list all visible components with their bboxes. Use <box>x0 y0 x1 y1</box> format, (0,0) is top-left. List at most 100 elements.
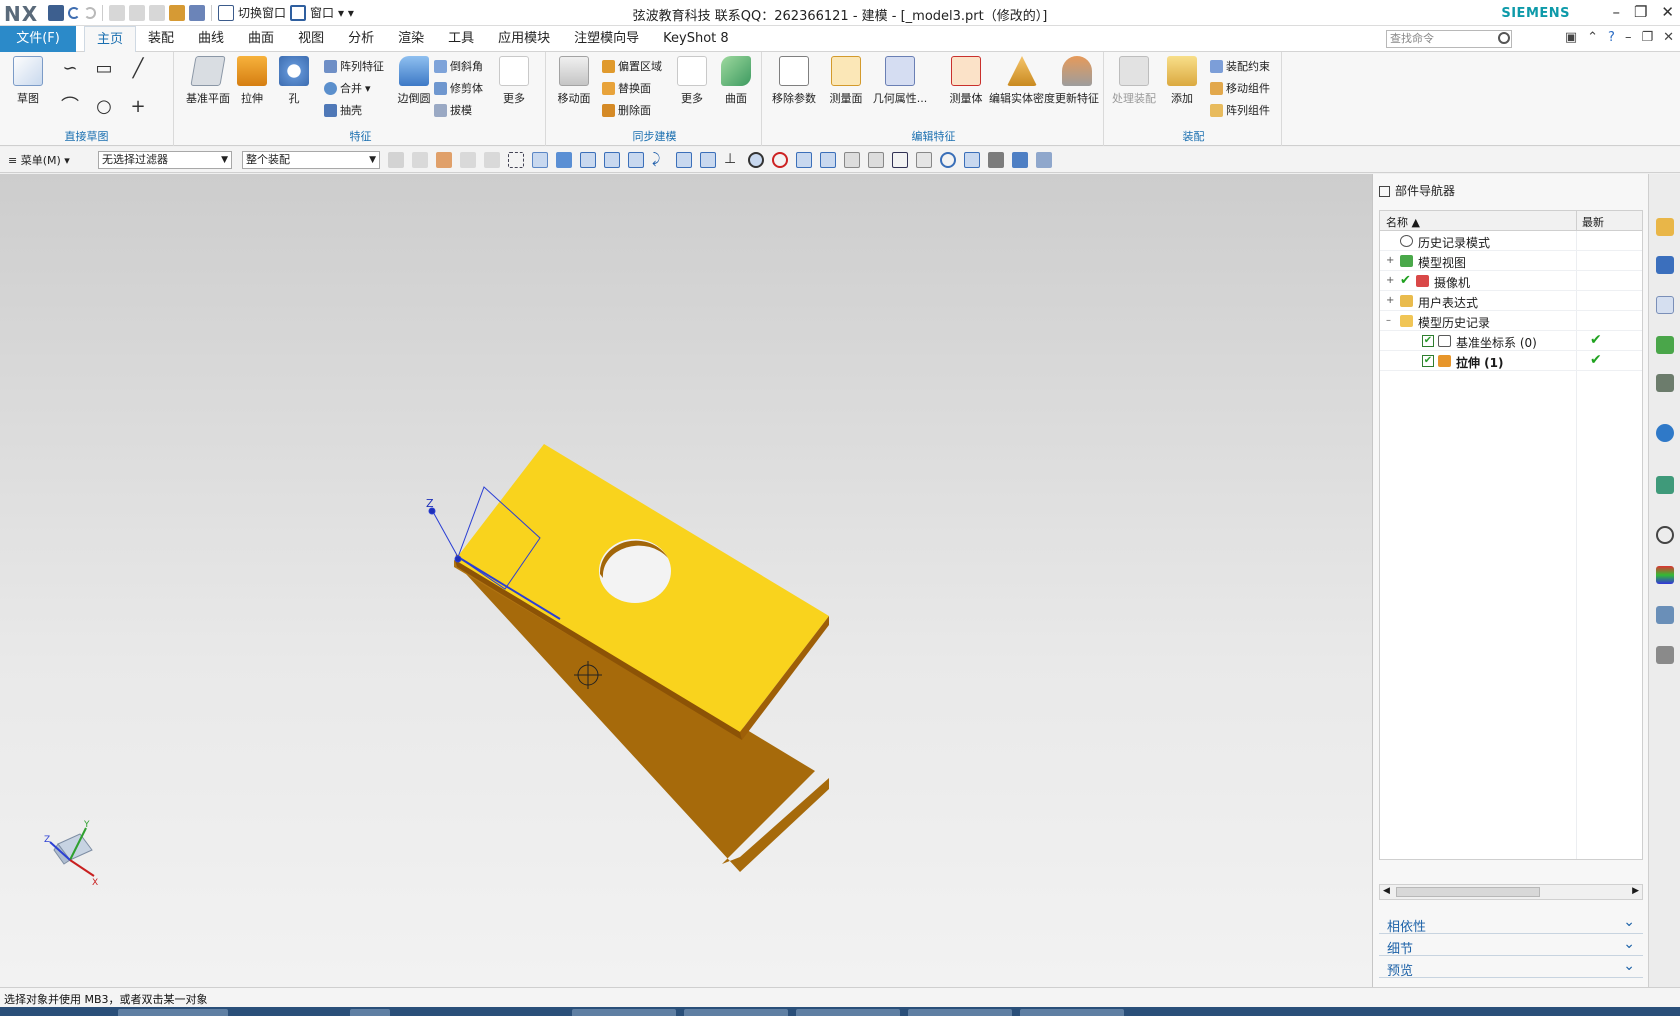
edit-solid-density-button[interactable]: 编辑实体密度 <box>986 56 1058 106</box>
collapse-ribbon-icon[interactable]: ⌃ <box>1587 30 1598 45</box>
scroll-left-icon[interactable]: ◀ <box>1383 886 1390 896</box>
taskbar-button[interactable] <box>118 1009 228 1016</box>
undo-icon[interactable] <box>68 6 80 19</box>
measure-body-button[interactable]: 测量体 <box>944 56 988 106</box>
zoom-icon[interactable] <box>916 152 932 168</box>
rotate-icon[interactable] <box>940 152 956 168</box>
command-search-input[interactable]: 查找命令 <box>1386 30 1512 48</box>
cut-icon[interactable] <box>109 4 125 21</box>
navigator-pin-icon[interactable] <box>1379 186 1390 197</box>
tab-8[interactable]: 应用模块 <box>486 26 562 52</box>
graphics-window[interactable]: Z Y X Z <box>0 174 1372 987</box>
scrollbar-thumb[interactable] <box>1396 887 1540 897</box>
taskbar-button[interactable] <box>572 1009 676 1016</box>
chevron-down-icon[interactable]: ▾ ▾ <box>338 6 354 20</box>
mid-point-icon[interactable] <box>628 152 644 168</box>
hd3d-tools-icon[interactable] <box>1656 374 1674 392</box>
extrude-button[interactable]: 拉伸 <box>230 56 274 106</box>
trim-body-button[interactable]: 修剪体 <box>434 80 483 96</box>
control-point-icon[interactable]: ⤸ <box>652 152 668 168</box>
part-navigator-icon[interactable] <box>1656 296 1674 314</box>
web-browser-icon[interactable] <box>1656 424 1674 442</box>
expand-icon[interactable]: + <box>1386 295 1394 306</box>
taskbar-button[interactable] <box>684 1009 788 1016</box>
pattern-component-button[interactable]: 阵列组件 <box>1210 102 1270 118</box>
chevron-down-icon[interactable]: ▾ <box>365 82 371 95</box>
dependencies-panel[interactable]: 相依性 ⌄ <box>1379 914 1643 935</box>
intersection-point-icon[interactable] <box>676 152 692 168</box>
edit-section-icon[interactable] <box>1012 152 1028 168</box>
point-icon[interactable]: + <box>126 96 150 118</box>
tab-7[interactable]: 工具 <box>436 26 486 52</box>
visibility-checkbox[interactable]: ✔ <box>1422 355 1434 367</box>
model-canvas[interactable]: Z Y X Z <box>0 174 1372 987</box>
selection-scope-dropdown[interactable]: 整个装配 ▼ <box>242 151 380 169</box>
arc-center-icon[interactable] <box>700 152 716 168</box>
circle-center-icon[interactable] <box>772 152 788 168</box>
move-face-button[interactable]: 移动面 <box>552 56 596 106</box>
navigator-horizontal-scrollbar[interactable]: ◀ ▶ <box>1379 884 1643 900</box>
switch-window-icon[interactable] <box>218 4 234 21</box>
shell-button[interactable]: 抽壳 <box>324 102 362 118</box>
redo-icon[interactable] <box>84 6 96 19</box>
rectangle-icon[interactable]: ▭ <box>92 58 116 80</box>
snap-point-icon[interactable] <box>580 152 596 168</box>
search-icon[interactable] <box>1498 32 1510 44</box>
assembly-navigator-icon[interactable] <box>1656 218 1674 236</box>
help-icon[interactable]: ? <box>1608 30 1615 45</box>
circle-icon[interactable]: ○ <box>92 96 116 118</box>
remove-parameters-button[interactable]: 移除参数 <box>772 56 816 106</box>
chamfer-button[interactable]: 倒斜角 <box>434 58 483 74</box>
window-menu-button[interactable]: 窗口 <box>310 4 334 21</box>
scroll-right-icon[interactable]: ▶ <box>1632 886 1639 896</box>
tab-6[interactable]: 渲染 <box>386 26 436 52</box>
touch-mode-icon[interactable] <box>189 4 205 21</box>
main-menu-button[interactable]: ≡ 菜单(M) ▾ <box>8 152 70 168</box>
profile-icon[interactable]: ∽ <box>58 58 82 80</box>
taskbar-button[interactable] <box>908 1009 1012 1016</box>
close-icon[interactable]: ✕ <box>1661 3 1674 21</box>
navigator-tree[interactable]: 名称 ▲ 最新 历史记录模式 + 模型视图 + ✔ 摄像机 + 用户表达式 – <box>1379 210 1643 860</box>
tab-4[interactable]: 视图 <box>286 26 336 52</box>
expand-icon[interactable]: + <box>1386 255 1394 266</box>
constraint-navigator-icon[interactable] <box>1656 256 1674 274</box>
delete-face-button[interactable]: 删除面 <box>602 102 651 118</box>
render-style-icon[interactable] <box>988 152 1004 168</box>
minimize-icon[interactable]: – <box>1612 3 1620 21</box>
feature-more-button[interactable]: 更多 <box>492 56 536 106</box>
solid-body-icon[interactable] <box>556 152 572 168</box>
window-layout-icon[interactable]: ▣ <box>1565 30 1577 45</box>
hole-button[interactable]: 孔 <box>272 56 316 106</box>
process-assembly-button[interactable]: 处理装配 <box>1112 56 1156 106</box>
sketch-button[interactable]: 草图 <box>6 56 50 106</box>
close-icon[interactable]: ✕ <box>1663 30 1674 45</box>
tree-row-datum-csys[interactable]: ✔ 基准坐标系 (0) ✔ <box>1380 331 1642 351</box>
rectangle-select-icon[interactable] <box>508 152 524 168</box>
tree-row-cameras[interactable]: + ✔ 摄像机 <box>1380 271 1642 291</box>
point-on-curve-icon[interactable] <box>796 152 812 168</box>
file-menu-button[interactable]: 文件(F) <box>0 26 76 52</box>
end-point-icon[interactable] <box>604 152 620 168</box>
window-icon[interactable] <box>290 4 307 21</box>
taskbar-button[interactable] <box>1020 1009 1124 1016</box>
point-on-face-icon[interactable] <box>820 152 836 168</box>
move-component-button[interactable]: 移动组件 <box>1210 80 1270 96</box>
paste-icon[interactable] <box>149 4 165 21</box>
switch-window-button[interactable]: 切换窗口 <box>238 4 286 21</box>
expand-icon[interactable]: + <box>1386 275 1394 286</box>
edge-blend-button[interactable]: 边倒圆 <box>392 56 436 106</box>
repeat-command-icon[interactable] <box>169 4 185 21</box>
reuse-library-icon[interactable] <box>1656 336 1674 354</box>
visualization-icon[interactable] <box>1656 566 1674 584</box>
update-feature-button[interactable]: 更新特征 <box>1050 56 1104 106</box>
fit-view-icon[interactable] <box>892 152 908 168</box>
sync-more-button[interactable]: 更多 <box>670 56 714 106</box>
clock-icon[interactable] <box>1656 526 1674 544</box>
through-hole[interactable] <box>599 539 671 603</box>
tree-row-extrude[interactable]: ✔ 拉伸 (1) ✔ <box>1380 351 1642 371</box>
show-hide-icon[interactable] <box>1036 152 1052 168</box>
pattern-feature-button[interactable]: 阵列特征 <box>324 58 384 74</box>
role-icon[interactable] <box>1656 606 1674 624</box>
collapse-icon[interactable]: – <box>1386 315 1391 326</box>
preview-panel[interactable]: 预览 ⌄ <box>1379 958 1643 979</box>
